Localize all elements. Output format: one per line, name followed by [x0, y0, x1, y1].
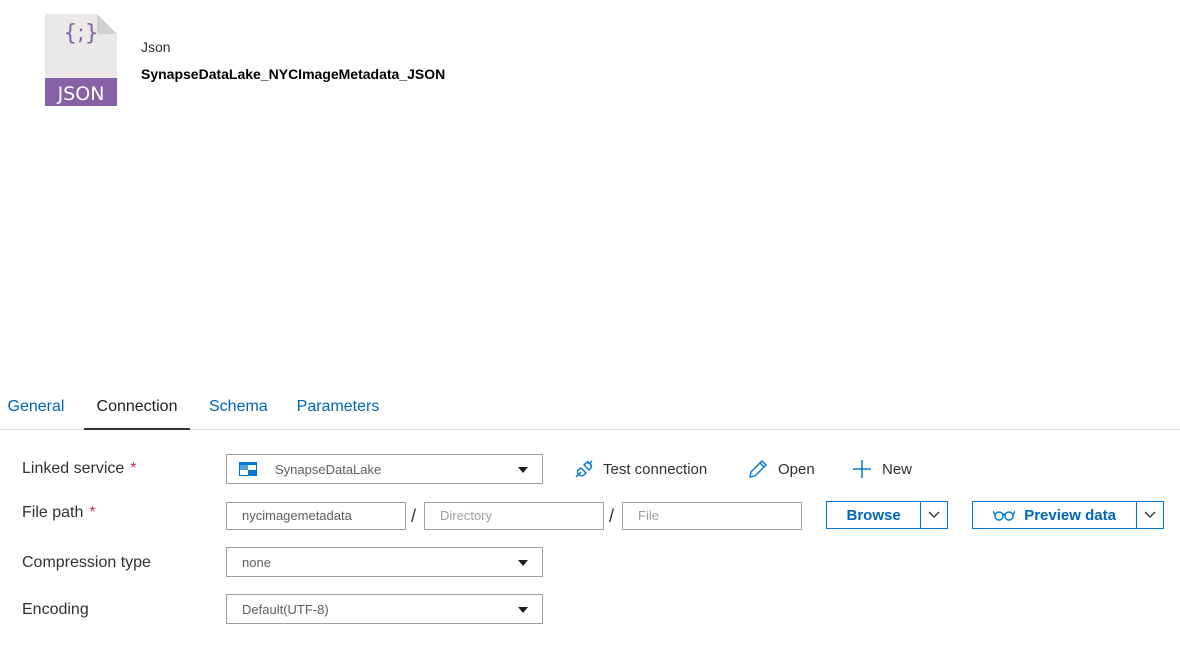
browse-split-button: Browse	[826, 501, 948, 529]
open-label: Open	[778, 460, 815, 478]
chevron-down-icon	[518, 467, 528, 473]
json-file-icon: {;} JSON	[45, 14, 117, 106]
pencil-icon	[749, 460, 767, 478]
encoding-value: Default(UTF-8)	[242, 602, 329, 617]
new-label: New	[882, 460, 913, 478]
tab-connection[interactable]: Connection	[84, 386, 190, 430]
plug-icon	[575, 460, 593, 478]
open-button[interactable]: Open	[748, 456, 815, 482]
test-connection-label: Test connection	[603, 460, 708, 478]
tab-bar: General Connection Schema Parameters	[0, 386, 1180, 430]
linked-service-label-text: Linked service	[22, 460, 125, 477]
preview-data-button[interactable]: Preview data	[973, 502, 1138, 528]
required-marker: *	[130, 460, 137, 477]
path-separator: /	[609, 506, 615, 526]
dataset-name: SynapseDataLake_NYCImageMetadata_JSON	[141, 66, 446, 82]
file-path-label-text: File path	[22, 504, 84, 521]
glasses-icon	[993, 510, 1016, 521]
preview-dropdown[interactable]	[1137, 502, 1163, 528]
preview-data-label: Preview data	[1024, 506, 1116, 524]
container-input[interactable]: nycimagemetadata	[226, 502, 406, 530]
file-path-label: File path *	[22, 504, 96, 522]
chevron-down-icon	[928, 511, 940, 518]
compression-type-select[interactable]: none	[226, 547, 543, 577]
test-connection-button[interactable]: Test connection	[573, 456, 707, 482]
compression-type-label: Compression type	[22, 554, 151, 571]
dataset-editor: {;} JSON Json SynapseDataLake_NYCImageMe…	[0, 0, 1180, 657]
chevron-down-icon	[518, 607, 528, 613]
chevron-down-icon	[1144, 511, 1156, 518]
required-marker: *	[89, 504, 96, 521]
plus-icon	[853, 460, 871, 478]
chevron-down-icon	[518, 560, 528, 566]
linked-service-label: Linked service *	[22, 460, 137, 478]
tab-parameters[interactable]: Parameters	[296, 386, 380, 429]
json-icon-label: JSON	[57, 83, 105, 105]
linked-service-value: SynapseDataLake	[275, 462, 382, 477]
json-icon-glyph: {;}	[63, 21, 98, 46]
file-input[interactable]: File	[622, 502, 802, 530]
new-button[interactable]: New	[852, 456, 912, 482]
dataset-type: Json	[141, 39, 171, 55]
tab-schema[interactable]: Schema	[209, 386, 268, 429]
preview-split-button: Preview data	[972, 501, 1164, 529]
encoding-label: Encoding	[22, 601, 89, 618]
directory-input[interactable]: Directory	[424, 502, 604, 530]
browse-dropdown[interactable]	[921, 502, 947, 528]
browse-button[interactable]: Browse	[827, 502, 922, 528]
encoding-select[interactable]: Default(UTF-8)	[226, 594, 543, 624]
compression-type-value: none	[242, 555, 271, 570]
path-separator: /	[411, 506, 417, 526]
linked-service-select[interactable]: SynapseDataLake	[226, 454, 543, 484]
tab-general[interactable]: General	[7, 386, 65, 429]
datalake-icon	[239, 462, 257, 476]
